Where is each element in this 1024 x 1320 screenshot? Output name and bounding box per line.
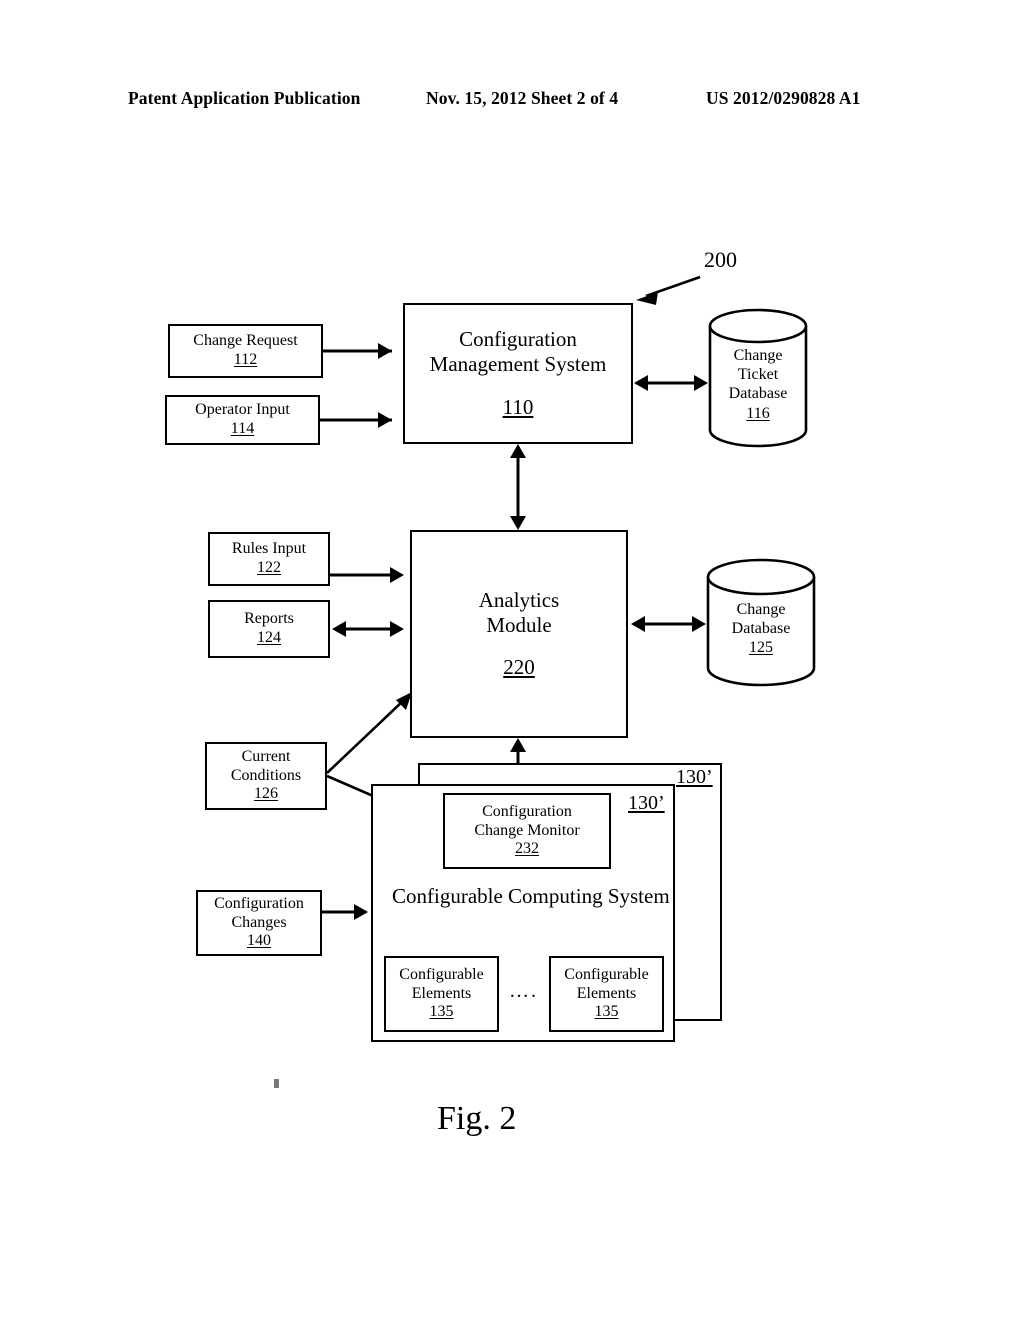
- header-patent-number: US 2012/0290828 A1: [706, 88, 861, 108]
- scan-artifact: [274, 1079, 279, 1088]
- change-request-label: Change Request: [193, 332, 298, 350]
- arrowhead-changedb-to-analytics: [631, 616, 645, 632]
- reports-ref: 124: [257, 629, 281, 646]
- page-header: Patent Application Publication Nov. 15, …: [0, 88, 1024, 112]
- node-configuration-change-monitor: Configuration Change Monitor 232: [443, 793, 611, 869]
- node-analytics-module: Analytics Module 220: [410, 530, 628, 738]
- cms-label-line1: Configuration: [459, 327, 577, 352]
- node-configurable-elements-1: Configurable Elements 135: [384, 956, 499, 1032]
- arrowhead-cms-to-analytics: [510, 516, 526, 530]
- arrowhead-cms-to-ticketdb: [694, 375, 708, 391]
- configuration-changes-label-line2: Changes: [231, 913, 287, 931]
- configuration-changes-ref: 140: [247, 932, 271, 950]
- figure-caption: Fig. 2: [437, 1100, 517, 1137]
- arrowhead-ticketdb-to-cms: [634, 375, 648, 391]
- ccm-ref: 232: [515, 840, 539, 858]
- analytics-ref: 220: [503, 655, 535, 680]
- current-conditions-label-line2: Conditions: [230, 766, 302, 784]
- arrowhead-rules-input-to-analytics: [390, 567, 404, 583]
- node-change-database: Change Database 125: [706, 558, 816, 688]
- patent-figure-page: Patent Application Publication Nov. 15, …: [0, 0, 1024, 1320]
- configurable-elements-ellipsis: ….: [509, 980, 538, 1002]
- changedb-label-line1: Change: [736, 601, 786, 618]
- ccs-title: Configurable Computing System: [392, 884, 670, 908]
- arrowhead-analytics-to-changedb: [692, 616, 706, 632]
- arrowhead-config-changes-to-ccs: [354, 904, 368, 920]
- ccs-stack-back-ref: 130’: [676, 766, 713, 788]
- cms-ref: 110: [502, 394, 534, 419]
- operator-input-ref: 114: [230, 420, 255, 437]
- system-reference-200: 200: [704, 247, 737, 272]
- rules-input-label: Rules Input: [231, 540, 307, 558]
- cms-label-line2: Management System: [429, 352, 607, 377]
- arrowhead-ccs-to-analytics: [510, 738, 526, 752]
- ccm-label-line2: Change Monitor: [474, 821, 580, 839]
- ce2-label-line2: Elements: [576, 984, 637, 1002]
- node-configuration-management-system: Configuration Management System 110: [403, 303, 633, 444]
- changedb-label-line2: Database: [731, 620, 791, 638]
- node-rules-input: Rules Input 122: [208, 532, 330, 586]
- ce2-label-line1: Configurable: [564, 965, 649, 983]
- ce1-label-line2: Elements: [411, 984, 472, 1002]
- node-change-ticket-database: Change Ticket Database 116: [708, 308, 808, 448]
- rules-input-ref: 122: [257, 559, 281, 576]
- ticketdb-ref: 116: [746, 404, 770, 422]
- changedb-ref: 125: [749, 639, 773, 657]
- configuration-changes-label-line1: Configuration: [214, 894, 304, 912]
- ce1-label-line1: Configurable: [399, 965, 484, 983]
- analytics-label-line1: Analytics: [478, 587, 560, 612]
- arrowhead-analytics-to-cms: [510, 444, 526, 458]
- arrowhead-analytics-to-reports: [332, 621, 346, 637]
- header-publication: Patent Application Publication: [128, 88, 361, 108]
- current-conditions-ref: 126: [254, 785, 278, 803]
- arrowhead-operator-input-to-cms: [378, 412, 392, 428]
- node-reports: Reports 124: [208, 600, 330, 658]
- node-configurable-elements-2: Configurable Elements 135: [549, 956, 664, 1032]
- node-configuration-changes: Configuration Changes 140: [196, 890, 322, 956]
- analytics-label-line2: Module: [486, 612, 552, 637]
- arrowhead-change-request-to-cms: [378, 343, 392, 359]
- node-operator-input: Operator Input 114: [165, 395, 320, 445]
- reports-label: Reports: [244, 610, 294, 628]
- node-change-request: Change Request 112: [168, 324, 323, 378]
- change-request-ref: 112: [233, 351, 258, 368]
- arrowhead-reports-to-analytics: [390, 621, 404, 637]
- ticketdb-label-line2: Ticket: [737, 366, 779, 384]
- ccm-label-line1: Configuration: [482, 802, 572, 820]
- ccs-stack-mid-ref: 130’: [628, 792, 665, 814]
- ce1-ref: 135: [429, 1003, 454, 1021]
- ce2-ref: 135: [594, 1003, 619, 1021]
- header-date-sheet: Nov. 15, 2012 Sheet 2 of 4: [426, 88, 619, 108]
- ticketdb-label-line1: Change: [733, 347, 783, 364]
- ticketdb-label-line3: Database: [728, 385, 788, 403]
- current-conditions-label-line1: Current: [241, 747, 291, 765]
- node-current-conditions: Current Conditions 126: [205, 742, 327, 810]
- operator-input-label: Operator Input: [195, 401, 290, 419]
